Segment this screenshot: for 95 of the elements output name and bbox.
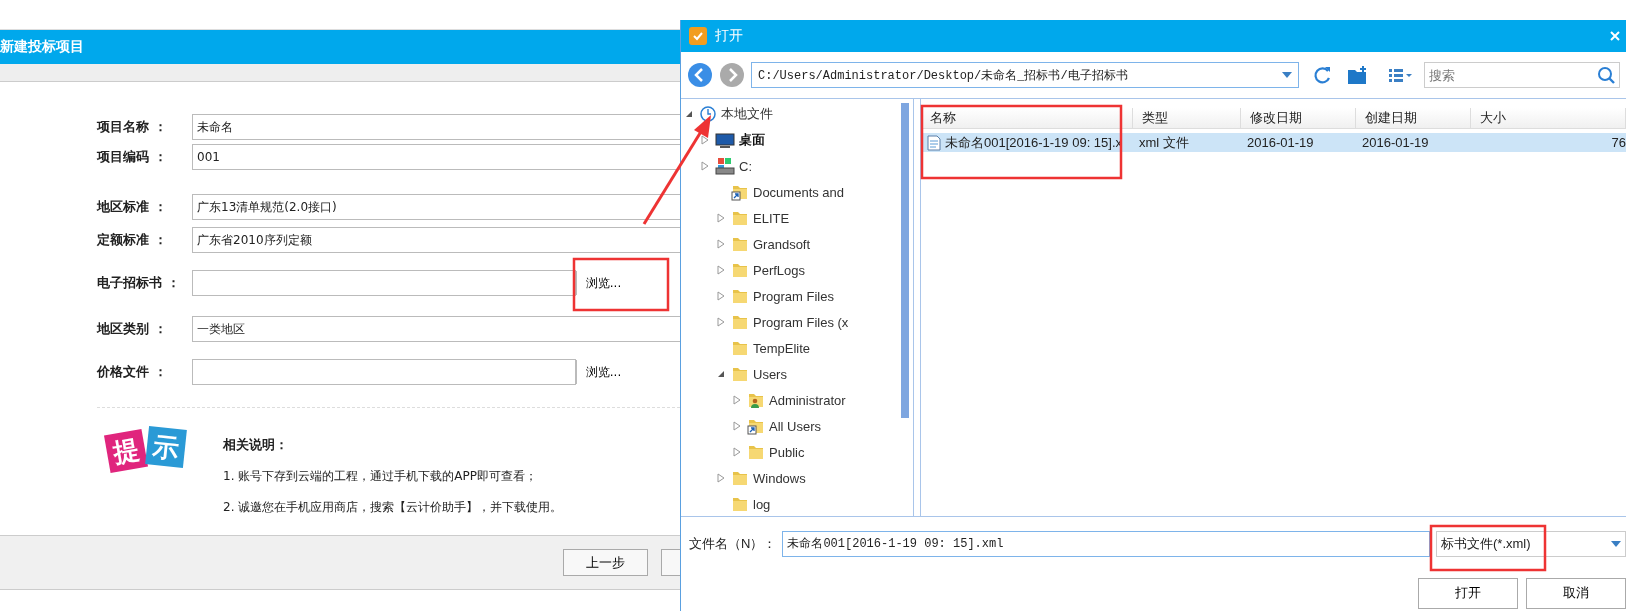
tip-logo-tile: 提 bbox=[104, 429, 148, 473]
field-label: 定额标准 ： bbox=[97, 231, 168, 249]
caret-icon[interactable] bbox=[1611, 540, 1621, 547]
open-button[interactable]: 打开 bbox=[1418, 577, 1518, 609]
tree-label: 桌面 bbox=[739, 131, 765, 149]
file-path-field[interactable] bbox=[192, 359, 576, 385]
collapsed-caret-icon[interactable] bbox=[733, 421, 741, 431]
expanded-caret-icon[interactable] bbox=[685, 110, 693, 118]
folder-icon bbox=[731, 469, 749, 487]
field-label: 项目编码 ： bbox=[97, 148, 168, 166]
input-field[interactable]: 未命名 bbox=[192, 114, 680, 140]
tip-logo-tile: 示 bbox=[145, 426, 187, 468]
tree-label: All Users bbox=[769, 418, 821, 434]
folder-icon bbox=[731, 209, 749, 227]
folder-icon bbox=[731, 261, 749, 279]
filename-field[interactable]: 未命名001[2016-1-19 09: 15].xml bbox=[782, 530, 1430, 557]
tree-label: PerfLogs bbox=[753, 262, 806, 278]
new-folder-icon[interactable] bbox=[1347, 65, 1369, 85]
folder-icon bbox=[731, 287, 749, 305]
scrollbar-thumb[interactable] bbox=[901, 103, 909, 418]
field-label: 地区标准 ： bbox=[97, 198, 168, 216]
tree-label: log bbox=[753, 496, 771, 512]
tree-label: Administrator bbox=[769, 392, 846, 408]
tip-text: 1. 账号下存到云端的工程，通过手机下载的APP即可查看； bbox=[223, 468, 538, 485]
tree-label: Users bbox=[753, 366, 787, 382]
previous-step-button[interactable]: 上一步 bbox=[563, 549, 648, 576]
drive-icon bbox=[715, 157, 735, 175]
table-cell[interactable]: 2016-01-19 bbox=[1356, 133, 1471, 152]
folder-icon bbox=[731, 235, 749, 253]
monitor-icon bbox=[715, 131, 735, 149]
column-header[interactable]: 名称 bbox=[921, 108, 1133, 129]
tree-label: Public bbox=[769, 444, 805, 460]
field-label: 价格文件 ： bbox=[97, 363, 168, 381]
collapsed-caret-icon[interactable] bbox=[717, 213, 725, 223]
field-label: 电子招标书 ： bbox=[97, 274, 181, 292]
input-field[interactable]: 广东省2010序列定额 bbox=[192, 227, 680, 253]
view-list-icon[interactable] bbox=[1389, 68, 1413, 82]
tips-heading: 相关说明： bbox=[223, 436, 289, 454]
expanded-caret-icon[interactable] bbox=[717, 370, 725, 378]
tip-text: 2. 诚邀您在手机应用商店，搜索【云计价助手】，并下载使用。 bbox=[223, 499, 563, 516]
table-cell[interactable]: 2016-01-19 bbox=[1241, 133, 1356, 152]
collapsed-caret-icon[interactable] bbox=[717, 317, 725, 327]
folder-icon bbox=[731, 339, 749, 357]
collapsed-caret-icon[interactable] bbox=[733, 395, 741, 405]
collapsed-caret-icon[interactable] bbox=[717, 473, 725, 483]
folder-icon bbox=[731, 313, 749, 331]
input-field[interactable]: 广东13清单规范(2.0接口) bbox=[192, 194, 680, 220]
tree-label: Program Files bbox=[753, 288, 834, 304]
input-field[interactable]: 一类地区 bbox=[192, 316, 680, 342]
app-logo-icon bbox=[689, 27, 707, 45]
search-icon[interactable] bbox=[1597, 66, 1615, 84]
search-field[interactable]: 搜索 bbox=[1424, 62, 1620, 88]
footer-button[interactable] bbox=[660, 549, 680, 576]
column-header[interactable]: 创建日期 bbox=[1356, 108, 1471, 129]
refresh-icon[interactable] bbox=[1313, 65, 1333, 85]
xml-file-icon bbox=[927, 134, 941, 151]
collapsed-caret-icon[interactable] bbox=[701, 135, 709, 145]
tree-label: Documents and bbox=[753, 184, 845, 200]
forward-icon[interactable] bbox=[719, 62, 745, 88]
shortcut-folder-icon bbox=[747, 417, 765, 435]
tree-label: Grandsoft bbox=[753, 236, 811, 252]
dialog-title: 新建投标项目 bbox=[0, 38, 84, 56]
collapsed-caret-icon[interactable] bbox=[717, 265, 725, 275]
shortcut-folder-icon bbox=[731, 183, 749, 201]
caret-icon[interactable] bbox=[1282, 72, 1292, 78]
table-cell[interactable]: 76 bbox=[1471, 133, 1626, 152]
file-type-dropdown[interactable]: 标书文件(*.xml) bbox=[1436, 530, 1626, 557]
column-header[interactable]: 修改日期 bbox=[1241, 108, 1356, 129]
field-label: 项目名称 ： bbox=[97, 118, 168, 136]
column-header[interactable]: 大小 bbox=[1471, 108, 1626, 129]
tree-label: C: bbox=[739, 158, 752, 174]
folder-icon bbox=[731, 495, 749, 513]
tree-label: 本地文件 bbox=[721, 105, 773, 123]
cancel-button[interactable]: 取消 bbox=[1526, 577, 1626, 609]
folder-icon bbox=[747, 443, 765, 461]
collapsed-caret-icon[interactable] bbox=[717, 291, 725, 301]
collapsed-caret-icon[interactable] bbox=[701, 161, 709, 171]
file-path-field[interactable] bbox=[192, 270, 576, 296]
user-folder-icon bbox=[747, 391, 765, 409]
tree-label: Windows bbox=[753, 470, 806, 486]
back-icon[interactable] bbox=[687, 62, 713, 88]
close-icon[interactable] bbox=[1610, 31, 1620, 41]
table-cell[interactable]: xml 文件 bbox=[1133, 133, 1241, 152]
path-field[interactable]: C:/Users/Administrator/Desktop/未命名_招标书/电子招标书 bbox=[751, 62, 1299, 88]
dialog-title: 打开 bbox=[715, 27, 743, 45]
input-field[interactable]: 001 bbox=[192, 144, 680, 170]
tree-label: TempElite bbox=[753, 340, 811, 356]
folder-icon bbox=[731, 365, 749, 383]
collapsed-caret-icon[interactable] bbox=[717, 239, 725, 249]
collapsed-caret-icon[interactable] bbox=[733, 447, 741, 457]
field-label: 地区类别 ： bbox=[97, 320, 168, 338]
tree-label: Program Files (x bbox=[753, 314, 849, 330]
tree-label: ELITE bbox=[753, 210, 790, 226]
column-header[interactable]: 类型 bbox=[1133, 108, 1241, 129]
filename-label: 文件名（N）： bbox=[689, 534, 777, 553]
